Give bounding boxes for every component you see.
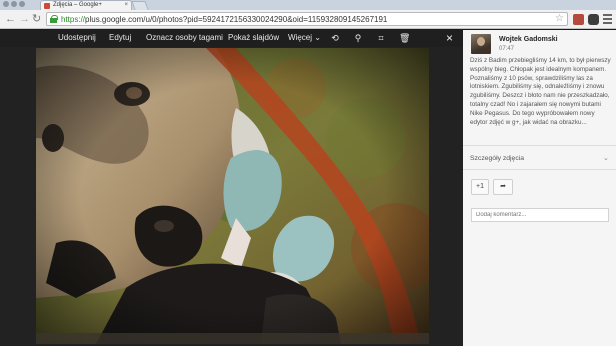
window-minimize-dot[interactable] — [11, 1, 17, 7]
tab-close-icon[interactable]: × — [124, 1, 128, 10]
back-arrow-icon[interactable]: ← — [5, 13, 16, 26]
browser-toolbar: ← → ↻ https://plus.google.com/u/0/photos… — [0, 10, 616, 29]
window-zoom-dot[interactable] — [19, 1, 25, 7]
camera-extension-icon[interactable] — [588, 14, 599, 25]
comment-input[interactable] — [471, 208, 609, 222]
edit-button[interactable]: Edytuj — [109, 33, 131, 43]
lock-icon — [50, 15, 58, 23]
bookmark-star-icon[interactable]: ☆ — [555, 13, 564, 25]
chevron-down-icon[interactable]: ⌄ — [603, 154, 609, 162]
google-plus-favicon-icon — [44, 3, 50, 9]
browser-tab[interactable]: Zdjęcia – Google+ × — [40, 0, 132, 10]
author-avatar[interactable] — [471, 34, 491, 54]
reload-icon[interactable]: ↻ — [32, 13, 41, 26]
window-titlebar: Zdjęcia – Google+ × — [0, 0, 616, 10]
photo-details-toggle[interactable]: Szczegóły zdjęcia — [470, 155, 524, 162]
extension-icon[interactable] — [573, 14, 584, 25]
tag-people-button[interactable]: Oznacz osoby tagami — [146, 33, 223, 43]
share-button[interactable]: Udostępnij — [58, 33, 96, 43]
new-tab-button[interactable] — [131, 1, 149, 10]
forward-arrow-icon[interactable]: → — [19, 13, 30, 26]
photo-info-panel: Wojtek Gadomski 07:47 Dziś z Badim przeb… — [463, 30, 616, 346]
tab-title: Zdjęcia – Google+ — [53, 2, 102, 8]
post-time[interactable]: 07:47 — [499, 46, 514, 52]
more-menu-label: Więcej — [288, 33, 313, 42]
share-arrow-button[interactable]: ➦ — [493, 179, 513, 195]
divider — [463, 145, 616, 146]
photo-illustration — [36, 48, 429, 344]
slideshow-button[interactable]: Pokaż slajdów — [228, 33, 279, 43]
divider — [463, 169, 616, 170]
url-scheme: https:// — [61, 15, 86, 24]
rotate-icon[interactable]: ⟲ — [330, 33, 340, 43]
trash-icon[interactable]: 🗑 — [399, 33, 410, 43]
viewer-action-bar: Udostępnij Edytuj Oznacz osoby tagami Po… — [0, 30, 463, 47]
crop-icon[interactable]: ⌗ — [376, 33, 386, 43]
photo-viewer: Udostępnij Edytuj Oznacz osoby tagami Po… — [0, 30, 463, 346]
plus-one-button[interactable]: +1 — [471, 179, 489, 195]
photo-image[interactable] — [36, 48, 429, 344]
address-url: https://plus.google.com/u/0/photos?pid=5… — [61, 14, 387, 25]
post-text: Dziś z Badim przebiegliśmy 14 km, to był… — [470, 57, 611, 126]
url-path: plus.google.com/u/0/photos?pid=592417215… — [85, 15, 388, 24]
more-menu-button[interactable]: Więcej ⌄ — [288, 33, 321, 43]
window-close-dot[interactable] — [3, 1, 9, 7]
chrome-menu-icon[interactable] — [603, 14, 612, 24]
address-bar[interactable]: https://plus.google.com/u/0/photos?pid=5… — [46, 12, 568, 26]
author-name[interactable]: Wojtek Gadomski — [499, 36, 558, 43]
chevron-down-icon: ⌄ — [314, 33, 321, 42]
zoom-search-icon[interactable]: ⚲ — [353, 33, 363, 43]
close-viewer-icon[interactable]: × — [446, 31, 453, 45]
